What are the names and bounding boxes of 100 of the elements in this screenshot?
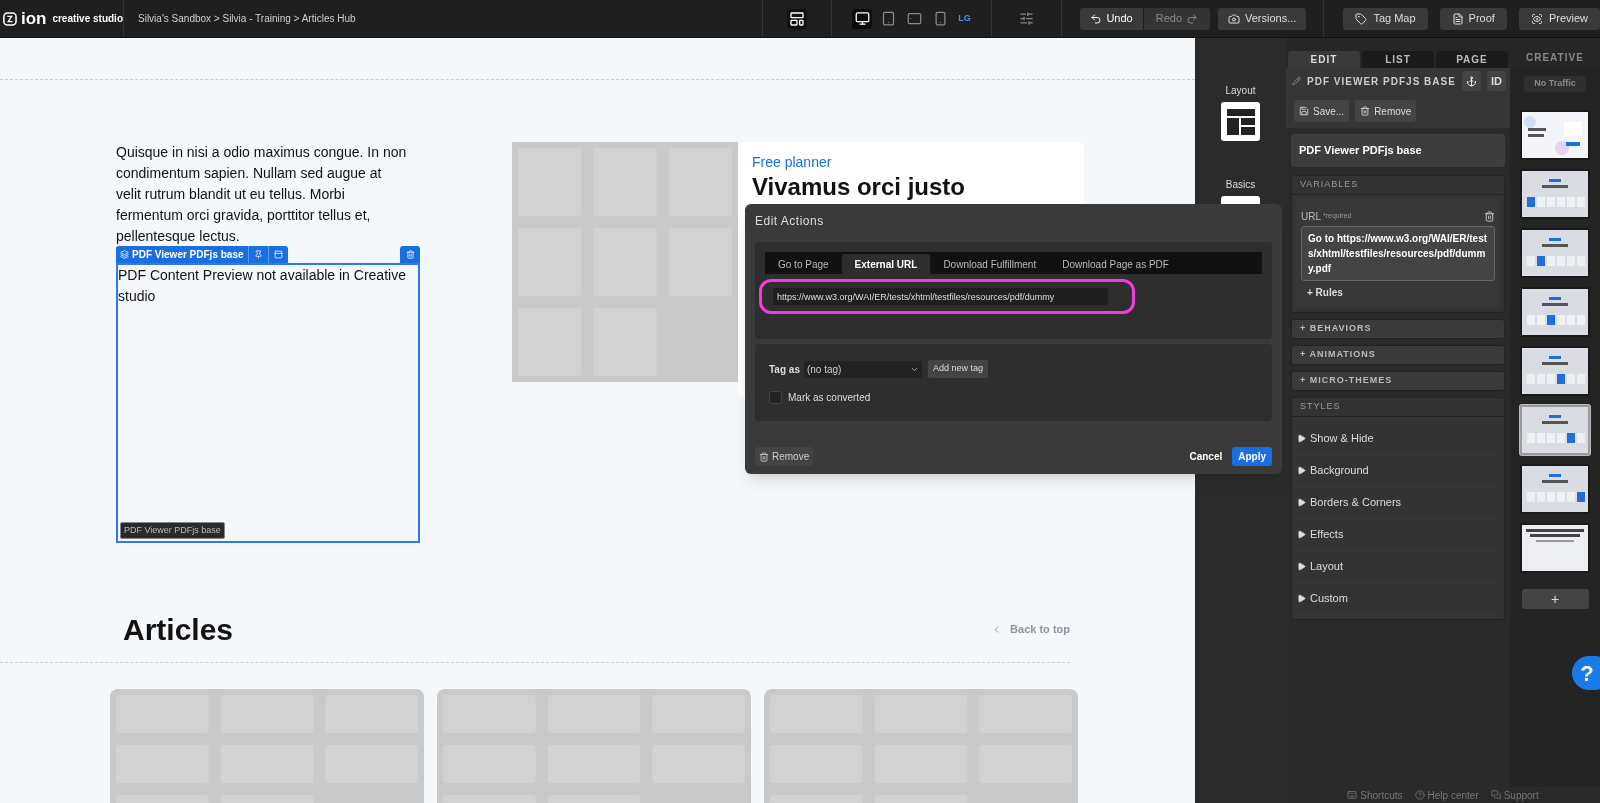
camera-icon xyxy=(1228,12,1240,25)
card-title: Vivamus orci justo xyxy=(752,173,965,201)
preview-button[interactable]: Preview xyxy=(1518,7,1600,30)
page-thumbnail[interactable] xyxy=(1520,346,1590,396)
element-label[interactable]: PDF Viewer PDFjs base xyxy=(116,246,248,263)
traffic-badge: No Traffic xyxy=(1524,76,1586,92)
apply-button[interactable]: Apply xyxy=(1232,447,1272,466)
breadcrumb[interactable]: Silvia's Sandbox > Silvia - Training > Articles Hub xyxy=(138,11,762,26)
style-group[interactable]: Effects xyxy=(1297,519,1499,551)
anchor-icon xyxy=(1465,75,1477,87)
tag-icon xyxy=(1355,12,1368,25)
trash-icon[interactable] xyxy=(1484,211,1495,222)
page-thumbnail[interactable] xyxy=(1520,405,1590,455)
style-group[interactable]: Show & Hide xyxy=(1297,423,1499,455)
triangle-icon xyxy=(1297,466,1306,475)
field-label: Tag as xyxy=(769,362,800,377)
element-title: PDF VIEWER PDFJS BASE xyxy=(1307,74,1456,89)
panel-tab[interactable]: LIST xyxy=(1362,51,1434,68)
action-tab[interactable]: Download Page as PDF xyxy=(1049,254,1182,274)
trash-icon xyxy=(1360,106,1371,116)
versions-button[interactable]: Versions... xyxy=(1218,7,1307,30)
chat-icon xyxy=(1490,790,1501,800)
section-heading: Articles xyxy=(123,612,234,648)
section-header[interactable]: + ANIMATIONS xyxy=(1291,345,1505,365)
cancel-button[interactable]: Cancel xyxy=(1189,449,1223,464)
dialog-title: Edit Actions xyxy=(755,213,824,230)
sliders-icon[interactable] xyxy=(1019,11,1035,26)
trash-icon xyxy=(759,451,769,462)
layers-icon xyxy=(120,250,129,259)
page-thumbnail[interactable] xyxy=(1520,464,1590,514)
add-tag-button[interactable]: Add new tag xyxy=(927,360,988,378)
eye-icon xyxy=(1530,12,1543,25)
panel-tab[interactable]: EDIT xyxy=(1288,51,1360,68)
phone-icon xyxy=(932,11,948,26)
trash-icon xyxy=(405,250,415,259)
creative-heading: CREATIVE xyxy=(1526,51,1584,65)
panel-tab[interactable]: PAGE xyxy=(1436,51,1508,68)
page-thumbnail[interactable] xyxy=(1520,287,1590,337)
action-tab[interactable]: Download Fulfillment xyxy=(930,254,1050,274)
page-thumbnail[interactable] xyxy=(1520,523,1590,573)
keyboard-icon xyxy=(1347,790,1358,800)
url-field[interactable]: Go to https://www.w3.org/WAI/ER/tests/xhtml/testfiles/resources/pdf/dummy.pdf xyxy=(1301,226,1495,281)
triangle-icon xyxy=(1297,434,1306,443)
logo-icon xyxy=(3,10,17,27)
rules-link[interactable]: + Rules xyxy=(1307,285,1495,300)
field-label: URL xyxy=(1301,210,1321,224)
triangle-icon xyxy=(1297,594,1306,603)
proof-button[interactable]: Proof xyxy=(1439,7,1507,30)
tool-label: Basics xyxy=(1225,178,1256,192)
preview-message: PDF Content Preview not available in Creative studio xyxy=(118,266,407,306)
undo-button[interactable]: Undo xyxy=(1080,7,1143,30)
triangle-icon xyxy=(1297,530,1306,539)
layout-icon xyxy=(1225,107,1256,136)
monitor-icon xyxy=(854,11,870,26)
page-thumbnail[interactable] xyxy=(1520,169,1590,219)
paragraph: Quisque in nisi a odio maximus congue. In non condimentum sapien. Nullam sed augue at velit rutrum blandit ut eu tellus. Morbi fermentum orci gravida, porttitor tellus et, pellentesque lectus. xyxy=(116,143,408,246)
page-thumbnail[interactable] xyxy=(1520,110,1590,160)
device-button[interactable] xyxy=(852,8,873,29)
layout-icon[interactable] xyxy=(787,8,807,29)
undo-icon xyxy=(1090,12,1103,25)
pencil-icon xyxy=(1292,76,1302,86)
help-icon xyxy=(1414,790,1425,800)
section-header[interactable]: + BEHAVIORS xyxy=(1291,319,1505,339)
remove-action-button[interactable]: Remove xyxy=(755,447,814,466)
delete-button[interactable] xyxy=(400,246,420,263)
panel-icon xyxy=(273,250,283,259)
tag-map-button[interactable]: Tag Map xyxy=(1343,7,1428,30)
pdf-viewer-frame[interactable]: PDF Content Preview not available in Creative studio PDF Viewer PDFjs base xyxy=(116,263,420,543)
action-tab[interactable]: Go to Page xyxy=(765,254,842,274)
logo-text: ion xyxy=(20,10,47,27)
style-group[interactable]: Custom xyxy=(1297,583,1499,615)
anchor-button[interactable] xyxy=(1461,71,1481,91)
tablet-icon xyxy=(880,11,896,26)
add-page-button[interactable]: + xyxy=(1521,589,1589,609)
element-tag: PDF Viewer PDFjs base xyxy=(120,521,225,539)
remove-button[interactable]: Remove xyxy=(1355,100,1417,122)
style-group[interactable]: Borders & Corners xyxy=(1297,487,1499,519)
style-group[interactable]: Background xyxy=(1297,455,1499,487)
pin-icon xyxy=(253,250,263,259)
document-icon xyxy=(1451,12,1464,25)
card-eyebrow: Free planner xyxy=(752,153,832,172)
action-tab[interactable]: External URL xyxy=(841,254,931,274)
id-button[interactable]: ID xyxy=(1486,71,1506,91)
style-group[interactable]: Layout xyxy=(1297,551,1499,583)
checkbox-label: Mark as converted xyxy=(788,391,871,405)
section-title: VARIABLES xyxy=(1292,176,1504,195)
page-thumbnail[interactable] xyxy=(1520,228,1590,278)
section-header[interactable]: + MICRO-THEMES xyxy=(1291,371,1505,391)
save-icon xyxy=(1299,106,1309,116)
breakpoint-label[interactable]: LG xyxy=(958,11,971,26)
section-title: STYLES xyxy=(1292,398,1504,417)
triangle-icon xyxy=(1297,498,1306,507)
element-name-field[interactable]: PDF Viewer PDFjs base xyxy=(1291,134,1505,167)
tool-label: Layout xyxy=(1225,84,1256,98)
triangle-icon xyxy=(1297,562,1306,571)
tag-select[interactable]: (no tag) xyxy=(803,360,922,378)
save-button[interactable]: Save... xyxy=(1294,100,1350,122)
tool-tile[interactable] xyxy=(1221,102,1260,141)
checkbox[interactable] xyxy=(769,391,782,404)
url-input[interactable]: https://www.w3.org/WAI/ER/tests/xhtml/testfiles/resources/pdf/dummy xyxy=(773,288,1108,305)
